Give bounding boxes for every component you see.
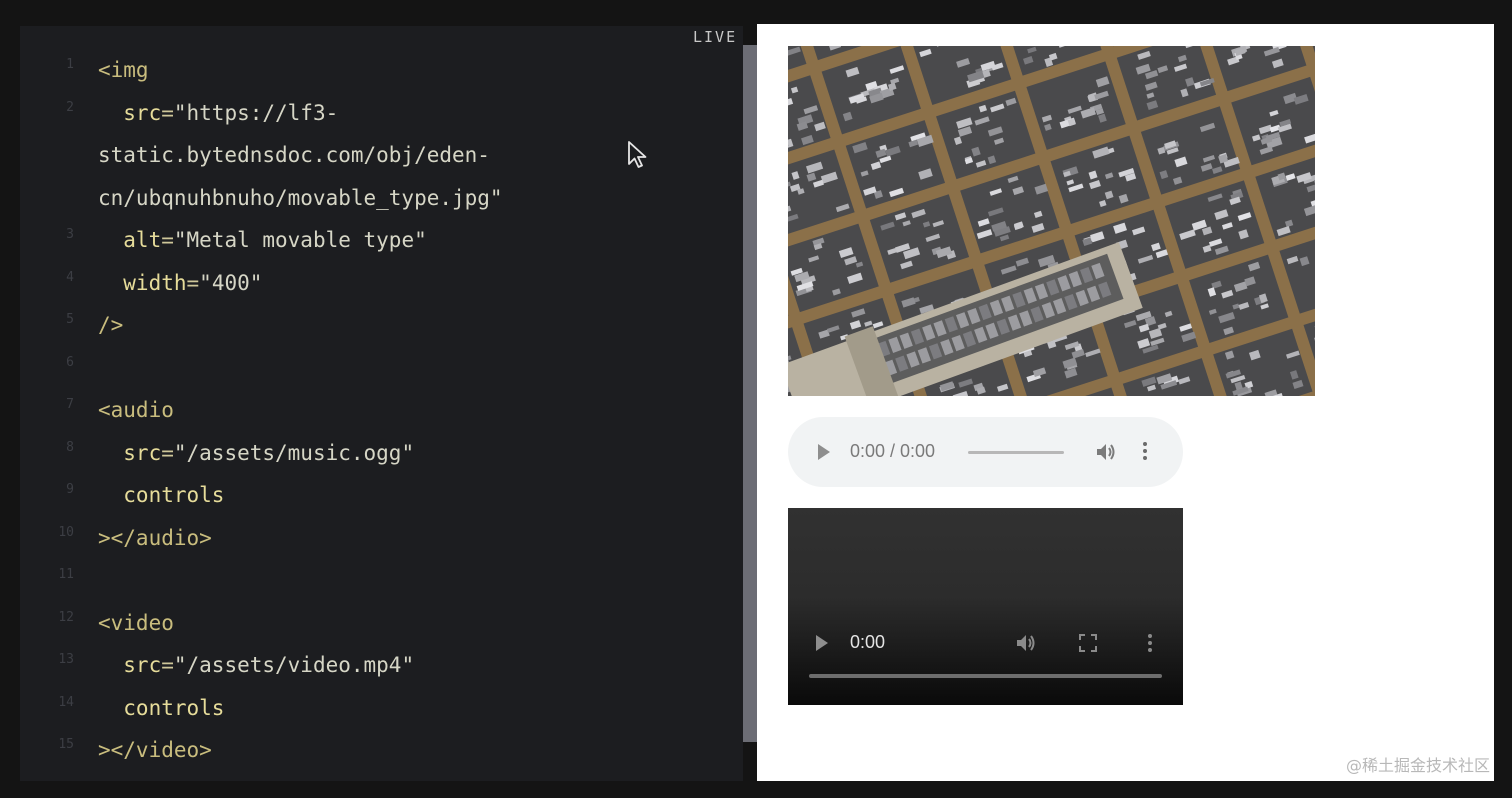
code-token: "https://lf3- — [173, 100, 339, 125]
code-text: src="/assets/music.ogg" — [98, 432, 414, 474]
code-text: src="https://lf3- — [98, 92, 338, 134]
volume-icon[interactable] — [1094, 441, 1116, 463]
code-token: cn/ubqnuhbnuho/movable_type.jpg" — [98, 185, 503, 210]
code-text: width="400" — [98, 262, 262, 304]
line-number: 15 — [58, 737, 74, 752]
code-token: = — [161, 100, 174, 125]
play-icon[interactable] — [816, 635, 828, 651]
code-token: src — [98, 100, 162, 125]
code-token: <audio — [98, 398, 174, 422]
code-text: <video — [98, 602, 174, 644]
code-text: static.bytednsdoc.com/obj/eden- — [98, 134, 490, 176]
code-text: <audio — [98, 389, 174, 431]
line-number: 14 — [58, 694, 74, 710]
code-text: cn/ubqnuhbnuho/movable_type.jpg" — [98, 177, 503, 219]
code-line[interactable]: 15 ></video> — [20, 729, 743, 771]
volume-icon[interactable] — [1014, 632, 1036, 654]
live-preview-pane: 0:00 / 0:00 0:00 — [757, 24, 1494, 781]
more-vertical-icon[interactable] — [1147, 632, 1153, 654]
code-token: width — [98, 270, 187, 295]
code-token: <img — [98, 58, 149, 82]
code-token: "Metal movable type" — [173, 228, 427, 252]
line-number: 10 — [58, 524, 74, 540]
code-text: alt="Metal movable type" — [98, 219, 427, 261]
line-number: 11 — [58, 567, 74, 582]
app-frame: 1 <img 2 src="https://lf3- static.bytednsdo… — [0, 0, 1512, 798]
code-text: /> — [98, 304, 123, 346]
code-token: ></audio> — [98, 525, 212, 550]
code-line[interactable]: 5 /> — [20, 304, 743, 346]
line-number: 2 — [66, 99, 74, 115]
code-line[interactable]: 9 controls — [20, 474, 743, 516]
code-token: controls — [98, 695, 225, 720]
code-token: src — [98, 440, 162, 465]
line-number: 8 — [66, 439, 74, 455]
line-number: 13 — [58, 652, 74, 667]
code-line[interactable]: 7 <audio — [20, 389, 743, 431]
code-token: alt — [98, 228, 162, 252]
code-line[interactable]: 1 <img — [20, 49, 743, 91]
code-token: "/assets/music.ogg" — [173, 440, 415, 465]
code-text: controls — [98, 474, 224, 516]
code-line[interactable]: 3 alt="Metal movable type" — [20, 219, 743, 261]
code-text: src="/assets/video.mp4" — [98, 644, 414, 686]
code-token: /> — [98, 313, 124, 337]
video-seek-bar[interactable] — [809, 674, 1162, 678]
audio-time: 0:00 / 0:00 — [850, 441, 936, 461]
watermark: @稀土掘金技术社区 — [1345, 756, 1490, 775]
code-token: = — [161, 228, 174, 252]
line-number: 4 — [66, 269, 74, 285]
code-line[interactable]: 8 src="/assets/music.ogg" — [20, 432, 743, 474]
line-number: 3 — [66, 227, 74, 242]
more-vertical-icon[interactable] — [1142, 440, 1148, 462]
code-token: controls — [98, 483, 225, 507]
code-text: controls — [98, 687, 224, 729]
code-token: src — [98, 653, 162, 677]
code-token: static.bytednsdoc.com/obj/eden- — [98, 143, 490, 167]
line-number: 5 — [66, 312, 74, 327]
code-line[interactable]: 13 src="/assets/video.mp4" — [20, 644, 743, 686]
code-token: ></video> — [98, 738, 212, 762]
code-text: ></audio> — [98, 517, 212, 559]
code-line[interactable]: 10 ></audio> — [20, 517, 743, 559]
play-icon[interactable] — [818, 444, 830, 460]
code-line[interactable]: 6 — [20, 347, 743, 389]
code-token: = — [161, 440, 174, 465]
code-line[interactable]: 14 controls — [20, 687, 743, 729]
line-number: 7 — [66, 397, 74, 412]
pane-resize-handle[interactable] — [743, 45, 757, 742]
code-line[interactable]: 4 width="400" — [20, 262, 743, 304]
audio-player[interactable]: 0:00 / 0:00 — [788, 417, 1183, 487]
code-token: = — [186, 270, 200, 295]
line-number: 9 — [66, 482, 74, 497]
fullscreen-icon[interactable] — [1078, 633, 1098, 653]
code-line[interactable]: 11 — [20, 559, 743, 601]
line-number: 12 — [58, 609, 74, 625]
video-player[interactable]: 0:00 — [788, 508, 1183, 705]
code-token: <video — [98, 610, 174, 635]
code-line[interactable]: 2 src="https://lf3- — [20, 92, 743, 134]
movable-type-image — [788, 46, 1315, 396]
line-number: 1 — [66, 57, 74, 72]
code-line[interactable]: cn/ubqnuhbnuho/movable_type.jpg" — [20, 177, 743, 219]
video-time: 0:00 — [850, 632, 886, 652]
audio-seek-bar[interactable] — [968, 451, 1064, 454]
code-token: "/assets/video.mp4" — [173, 653, 415, 677]
live-label: LIVE — [693, 28, 738, 46]
mouse-cursor-icon — [628, 141, 647, 168]
code-token: "400" — [199, 270, 263, 295]
code-text: ></video> — [98, 729, 212, 771]
line-number: 6 — [66, 354, 74, 370]
code-token: = — [161, 653, 174, 677]
code-line[interactable]: 12 <video — [20, 602, 743, 644]
code-text: <img — [98, 49, 149, 91]
